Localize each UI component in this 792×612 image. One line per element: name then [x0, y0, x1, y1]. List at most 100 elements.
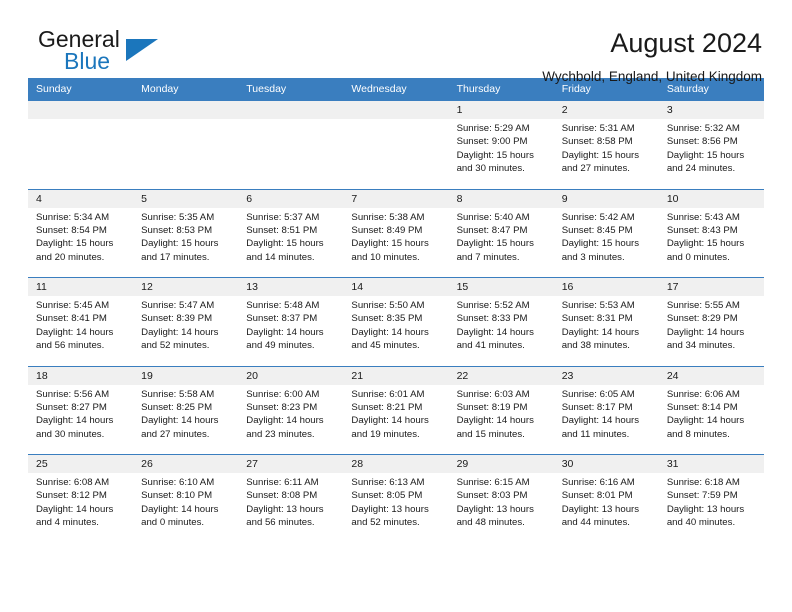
- day-details: Sunrise: 6:16 AM Sunset: 8:01 PM Dayligh…: [561, 477, 640, 529]
- day-number: 12: [133, 278, 239, 296]
- day-cell[interactable]: 28 Sunrise: 6:13 AM Sunset: 8:05 PM Dayli…: [343, 454, 449, 543]
- day-number: 30: [553, 455, 659, 473]
- day-cell[interactable]: 22 Sunrise: 6:03 AM Sunset: 8:19 PM Dayli…: [448, 365, 554, 455]
- day-details: Sunrise: 6:00 AM Sunset: 8:23 PM Dayligh…: [246, 388, 324, 440]
- day-details: Sunrise: 5:47 AM Sunset: 8:39 PM Dayligh…: [141, 300, 219, 352]
- brand-logo[interactable]: General Blue: [28, 26, 248, 82]
- day-details: Sunrise: 5:29 AM Sunset: 9:00 PM Dayligh…: [456, 123, 534, 175]
- day-details: Sunrise: 5:55 AM Sunset: 8:29 PM Dayligh…: [666, 300, 745, 352]
- day-details: Sunrise: 5:58 AM Sunset: 8:25 PM Dayligh…: [141, 388, 219, 440]
- day-cell[interactable]: 2 Sunrise: 5:31 AM Sunset: 8:58 PM Daylig…: [553, 100, 659, 189]
- calendar-week-row: 1 Sunrise: 5:29 AM Sunset: 9:00 PM Daylig…: [28, 100, 764, 189]
- day-cell[interactable]: 17 Sunrise: 5:55 AM Sunset: 8:29 PM Dayli…: [658, 277, 764, 366]
- day-details: Sunrise: 5:53 AM Sunset: 8:31 PM Dayligh…: [561, 300, 640, 352]
- day-details: Sunrise: 6:10 AM Sunset: 8:10 PM Dayligh…: [141, 477, 219, 529]
- triangle-icon: [126, 39, 158, 61]
- day-number: 9: [553, 189, 659, 208]
- day-cell[interactable]: 1 Sunrise: 5:29 AM Sunset: 9:00 PM Daylig…: [448, 100, 554, 189]
- day-details: Sunrise: 5:38 AM Sunset: 8:49 PM Dayligh…: [351, 211, 429, 263]
- weekday-header-wednesday: Wednesday: [343, 78, 449, 101]
- day-details: [343, 119, 448, 122]
- day-number: 8: [448, 189, 554, 208]
- day-number: 18: [28, 366, 134, 385]
- day-number: 3: [658, 101, 764, 119]
- day-cell[interactable]: 27 Sunrise: 6:11 AM Sunset: 8:08 PM Dayli…: [238, 454, 344, 543]
- day-details: Sunrise: 6:03 AM Sunset: 8:19 PM Dayligh…: [456, 388, 534, 440]
- day-number: 26: [133, 455, 239, 473]
- day-cell[interactable]: [238, 100, 344, 189]
- day-number: 2: [553, 101, 659, 119]
- day-number: [133, 101, 239, 119]
- day-number: 13: [238, 278, 344, 296]
- day-number: 5: [133, 189, 239, 208]
- day-cell[interactable]: 23 Sunrise: 6:05 AM Sunset: 8:17 PM Dayli…: [553, 365, 659, 455]
- day-cell[interactable]: 6 Sunrise: 5:37 AM Sunset: 8:51 PM Daylig…: [238, 188, 344, 278]
- title-block: August 2024 Wychbold, England, United Ki…: [542, 26, 764, 88]
- day-cell[interactable]: 24 Sunrise: 6:06 AM Sunset: 8:14 PM Dayli…: [658, 365, 764, 455]
- calendar-week-row: 11 Sunrise: 5:45 AM Sunset: 8:41 PM Dayli…: [28, 277, 764, 366]
- day-cell[interactable]: [28, 100, 134, 189]
- day-number: 10: [658, 189, 764, 208]
- weekday-header-tuesday: Tuesday: [238, 78, 344, 101]
- day-details: Sunrise: 5:31 AM Sunset: 8:58 PM Dayligh…: [561, 123, 640, 175]
- day-details: Sunrise: 5:42 AM Sunset: 8:45 PM Dayligh…: [561, 211, 640, 263]
- day-cell[interactable]: 26 Sunrise: 6:10 AM Sunset: 8:10 PM Dayli…: [133, 454, 239, 543]
- day-number: 7: [343, 189, 449, 208]
- day-cell[interactable]: 9 Sunrise: 5:42 AM Sunset: 8:45 PM Daylig…: [553, 188, 659, 278]
- day-cell[interactable]: 15 Sunrise: 5:52 AM Sunset: 8:33 PM Dayli…: [448, 277, 554, 366]
- day-details: Sunrise: 6:11 AM Sunset: 8:08 PM Dayligh…: [246, 477, 324, 529]
- day-cell[interactable]: 18 Sunrise: 5:56 AM Sunset: 8:27 PM Dayli…: [28, 365, 134, 455]
- day-cell[interactable]: 30 Sunrise: 6:16 AM Sunset: 8:01 PM Dayli…: [553, 454, 659, 543]
- day-details: Sunrise: 5:34 AM Sunset: 8:54 PM Dayligh…: [36, 211, 114, 263]
- day-details: Sunrise: 5:48 AM Sunset: 8:37 PM Dayligh…: [246, 300, 324, 352]
- day-number: 15: [448, 278, 554, 296]
- day-details: [28, 119, 133, 122]
- day-cell[interactable]: 5 Sunrise: 5:35 AM Sunset: 8:53 PM Daylig…: [133, 188, 239, 278]
- day-cell[interactable]: 19 Sunrise: 5:58 AM Sunset: 8:25 PM Dayli…: [133, 365, 239, 455]
- day-cell[interactable]: 7 Sunrise: 5:38 AM Sunset: 8:49 PM Daylig…: [343, 188, 449, 278]
- weekday-header-thursday: Thursday: [448, 78, 554, 101]
- day-details: Sunrise: 5:35 AM Sunset: 8:53 PM Dayligh…: [141, 211, 219, 263]
- day-cell[interactable]: 25 Sunrise: 6:08 AM Sunset: 8:12 PM Dayli…: [28, 454, 134, 543]
- calendar-week-row: 25 Sunrise: 6:08 AM Sunset: 8:12 PM Dayli…: [28, 454, 764, 543]
- day-number: 6: [238, 189, 344, 208]
- day-cell[interactable]: 4 Sunrise: 5:34 AM Sunset: 8:54 PM Daylig…: [28, 188, 134, 278]
- day-cell[interactable]: [343, 100, 449, 189]
- day-number: [28, 101, 134, 119]
- day-details: Sunrise: 5:40 AM Sunset: 8:47 PM Dayligh…: [456, 211, 534, 263]
- day-cell[interactable]: 14 Sunrise: 5:50 AM Sunset: 8:35 PM Dayli…: [343, 277, 449, 366]
- day-number: 29: [448, 455, 554, 473]
- calendar-week-row: 18 Sunrise: 5:56 AM Sunset: 8:27 PM Dayli…: [28, 365, 764, 455]
- day-number: 19: [133, 366, 239, 385]
- day-details: [238, 119, 343, 122]
- day-cell[interactable]: 8 Sunrise: 5:40 AM Sunset: 8:47 PM Daylig…: [448, 188, 554, 278]
- day-details: Sunrise: 5:32 AM Sunset: 8:56 PM Dayligh…: [666, 123, 745, 175]
- day-details: Sunrise: 6:18 AM Sunset: 7:59 PM Dayligh…: [666, 477, 745, 529]
- day-cell[interactable]: 21 Sunrise: 6:01 AM Sunset: 8:21 PM Dayli…: [343, 365, 449, 455]
- day-cell[interactable]: 16 Sunrise: 5:53 AM Sunset: 8:31 PM Dayli…: [553, 277, 659, 366]
- day-details: Sunrise: 6:15 AM Sunset: 8:03 PM Dayligh…: [456, 477, 534, 529]
- day-number: 1: [448, 101, 554, 119]
- day-cell[interactable]: 13 Sunrise: 5:48 AM Sunset: 8:37 PM Dayli…: [238, 277, 344, 366]
- day-cell[interactable]: 31 Sunrise: 6:18 AM Sunset: 7:59 PM Dayli…: [658, 454, 764, 543]
- day-details: Sunrise: 5:52 AM Sunset: 8:33 PM Dayligh…: [456, 300, 534, 352]
- day-number: 4: [28, 189, 134, 208]
- day-cell[interactable]: 10 Sunrise: 5:43 AM Sunset: 8:43 PM Dayli…: [658, 188, 764, 278]
- day-details: Sunrise: 6:05 AM Sunset: 8:17 PM Dayligh…: [561, 388, 640, 440]
- day-number: 22: [448, 366, 554, 385]
- day-cell[interactable]: [133, 100, 239, 189]
- day-cell[interactable]: 20 Sunrise: 6:00 AM Sunset: 8:23 PM Dayli…: [238, 365, 344, 455]
- day-details: Sunrise: 6:13 AM Sunset: 8:05 PM Dayligh…: [351, 477, 429, 529]
- day-cell[interactable]: 3 Sunrise: 5:32 AM Sunset: 8:56 PM Daylig…: [658, 100, 764, 189]
- day-number: 17: [658, 278, 764, 296]
- day-cell[interactable]: 12 Sunrise: 5:47 AM Sunset: 8:39 PM Dayli…: [133, 277, 239, 366]
- day-details: Sunrise: 5:37 AM Sunset: 8:51 PM Dayligh…: [246, 211, 324, 263]
- day-cell[interactable]: 11 Sunrise: 5:45 AM Sunset: 8:41 PM Dayli…: [28, 277, 134, 366]
- day-details: Sunrise: 6:01 AM Sunset: 8:21 PM Dayligh…: [351, 388, 429, 440]
- day-details: Sunrise: 5:43 AM Sunset: 8:43 PM Dayligh…: [666, 211, 745, 263]
- day-cell[interactable]: 29 Sunrise: 6:15 AM Sunset: 8:03 PM Dayli…: [448, 454, 554, 543]
- day-details: Sunrise: 5:56 AM Sunset: 8:27 PM Dayligh…: [36, 388, 114, 440]
- day-number: 25: [28, 455, 134, 473]
- day-details: Sunrise: 6:06 AM Sunset: 8:14 PM Dayligh…: [666, 388, 745, 440]
- day-details: Sunrise: 6:08 AM Sunset: 8:12 PM Dayligh…: [36, 477, 114, 529]
